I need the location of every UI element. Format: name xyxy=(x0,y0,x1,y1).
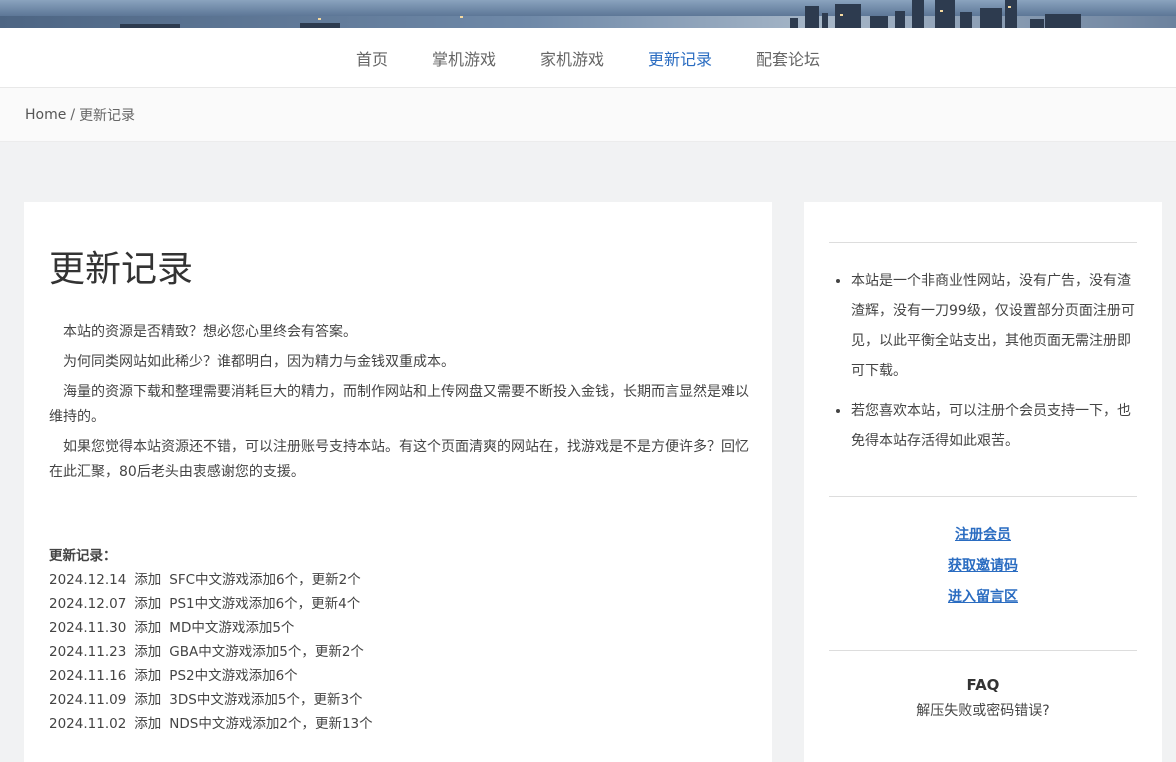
nav-item-home[interactable]: 首页 xyxy=(356,46,388,70)
faq-title: FAQ xyxy=(966,676,1000,694)
log-action: 添加 xyxy=(134,716,162,732)
intro-text: 本站的资源是否精致？想必您心里终会有答案。 为何同类网站如此稀少？谁都明白，因为… xyxy=(49,320,749,490)
log-action: 添加 xyxy=(134,596,162,612)
log-action: 添加 xyxy=(134,572,162,588)
log-text: SFC中文游戏添加6个，更新2个 xyxy=(169,572,361,588)
nav-item-forum[interactable]: 配套论坛 xyxy=(756,46,820,70)
log-date: 2024.11.02 xyxy=(49,716,127,732)
log-text: PS1中文游戏添加6个，更新4个 xyxy=(169,596,361,612)
note-item: 本站是一个非商业性网站，没有广告，没有渣渣辉，没有一刀99级，仅设置部分页面注册… xyxy=(851,266,1136,386)
breadcrumb-separator: / xyxy=(70,106,76,123)
page-title: 更新记录 xyxy=(49,249,194,290)
sidebar-links: 注册会员 获取邀请码 进入留言区 xyxy=(829,520,1137,613)
main-nav: 首页 掌机游戏 家机游戏 更新记录 配套论坛 xyxy=(0,28,1176,88)
intro-paragraph: 海量的资源下载和整理需要消耗巨大的精力，而制作网站和上传网盘又需要不断投入金钱，… xyxy=(49,384,749,425)
main-content-card: 更新记录 本站的资源是否精致？想必您心里终会有答案。 为何同类网站如此稀少？谁都… xyxy=(24,202,772,762)
log-action: 添加 xyxy=(134,620,162,636)
log-entry: 2024.12.07 添加 PS1中文游戏添加6个，更新4个 xyxy=(49,592,373,616)
log-text: GBA中文游戏添加5个，更新2个 xyxy=(169,644,364,660)
breadcrumb-current: 更新记录 xyxy=(79,107,136,124)
log-text: MD中文游戏添加5个 xyxy=(169,620,295,636)
header-banner-image xyxy=(0,0,1176,28)
intro-paragraph: 如果您觉得本站资源还不错，可以注册账号支持本站。有这个页面清爽的网站在，找游戏是… xyxy=(49,439,749,480)
log-entry: 2024.11.30 添加 MD中文游戏添加5个 xyxy=(49,616,373,640)
divider xyxy=(829,650,1137,651)
log-date: 2024.11.23 xyxy=(49,644,127,660)
log-entry: 2024.11.02 添加 NDS中文游戏添加2个，更新13个 xyxy=(49,712,373,736)
nav-item-handheld-games[interactable]: 掌机游戏 xyxy=(432,46,496,70)
breadcrumb-home-link[interactable]: Home xyxy=(25,107,66,123)
intro-paragraph: 为何同类网站如此稀少？谁都明白，因为精力与金钱双重成本。 xyxy=(63,354,455,370)
sidebar: 本站是一个非商业性网站，没有广告，没有渣渣辉，没有一刀99级，仅设置部分页面注册… xyxy=(804,202,1162,762)
guestbook-link[interactable]: 进入留言区 xyxy=(829,582,1137,613)
intro-paragraph: 本站的资源是否精致？想必您心里终会有答案。 xyxy=(63,324,357,340)
log-date: 2024.11.16 xyxy=(49,668,127,684)
log-action: 添加 xyxy=(134,668,162,684)
nav-item-console-games[interactable]: 家机游戏 xyxy=(540,46,604,70)
log-text: 3DS中文游戏添加5个，更新3个 xyxy=(169,692,363,708)
log-entry: 2024.12.14 添加 SFC中文游戏添加6个，更新2个 xyxy=(49,568,373,592)
log-date: 2024.11.09 xyxy=(49,692,127,708)
faq-section: FAQ 解压失败或密码错误? xyxy=(829,674,1137,726)
update-log: 更新记录： 2024.12.14 添加 SFC中文游戏添加6个，更新2个 2024.… xyxy=(49,544,373,736)
site-notes: 本站是一个非商业性网站，没有广告，没有渣渣辉，没有一刀99级，仅设置部分页面注册… xyxy=(829,266,1136,466)
log-date: 2024.12.14 xyxy=(49,572,127,588)
faq-question[interactable]: 解压失败或密码错误? xyxy=(829,696,1137,726)
log-action: 添加 xyxy=(134,644,162,660)
note-item: 若您喜欢本站，可以注册个会员支持一下，也免得本站存活得如此艰苦。 xyxy=(851,396,1136,456)
breadcrumb: Home / 更新记录 xyxy=(0,88,1176,142)
divider xyxy=(829,242,1137,243)
get-invite-code-link[interactable]: 获取邀请码 xyxy=(829,551,1137,582)
update-log-title: 更新记录： xyxy=(49,548,117,564)
log-date: 2024.11.30 xyxy=(49,620,127,636)
log-text: PS2中文游戏添加6个 xyxy=(169,668,298,684)
register-link[interactable]: 注册会员 xyxy=(829,520,1137,551)
divider xyxy=(829,496,1137,497)
log-entry: 2024.11.09 添加 3DS中文游戏添加5个，更新3个 xyxy=(49,688,373,712)
log-entry: 2024.11.16 添加 PS2中文游戏添加6个 xyxy=(49,664,373,688)
nav-item-update-log[interactable]: 更新记录 xyxy=(648,46,712,70)
log-date: 2024.12.07 xyxy=(49,596,127,612)
log-action: 添加 xyxy=(134,692,162,708)
log-text: NDS中文游戏添加2个，更新13个 xyxy=(169,716,373,732)
log-entry: 2024.11.23 添加 GBA中文游戏添加5个，更新2个 xyxy=(49,640,373,664)
